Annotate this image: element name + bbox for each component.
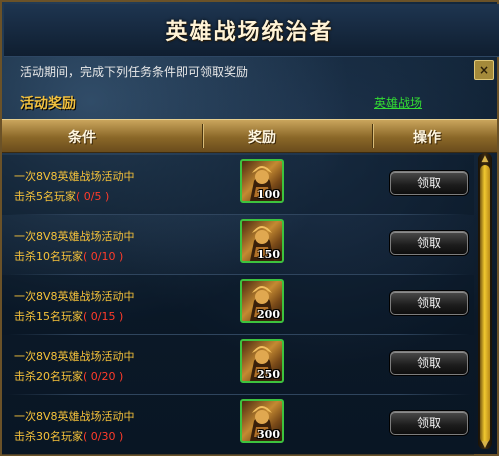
- progress-count: ( 0/10 ): [83, 250, 124, 263]
- condition-line1: 一次8V8英雄战场活动中: [14, 350, 135, 363]
- condition-line1: 一次8V8英雄战场活动中: [14, 230, 135, 243]
- reward-item[interactable]: 200: [240, 279, 284, 323]
- progress-count: ( 0/20 ): [83, 370, 124, 383]
- header-reward: 奖励: [248, 130, 276, 146]
- window-title: 英雄战场统治者: [165, 20, 334, 45]
- table-row: 一次8V8英雄战场活动中 击杀10名玩家( 0/10 ) 150 领取: [2, 215, 474, 275]
- hero-battlefield-link[interactable]: 英雄战场: [374, 94, 422, 111]
- scroll-down-icon[interactable]: ▼: [479, 440, 491, 450]
- reward-item[interactable]: 150: [240, 219, 284, 263]
- reward-count: 100: [257, 188, 280, 201]
- claim-button[interactable]: 领取: [390, 291, 468, 315]
- reward-item[interactable]: 250: [240, 339, 284, 383]
- scrollbar-thumb[interactable]: [480, 165, 490, 443]
- table-row: 一次8V8英雄战场活动中 击杀30名玩家( 0/30 ) 300 领取: [2, 395, 474, 455]
- table-row: 一次8V8英雄战场活动中 击杀15名玩家( 0/15 ) 200 领取: [2, 275, 474, 335]
- activity-description: 活动期间，完成下列任务条件即可领取奖励: [20, 65, 249, 79]
- scroll-up-icon[interactable]: ▲: [479, 154, 491, 164]
- condition-line2: 击杀30名玩家( 0/30 ): [14, 430, 124, 443]
- reward-count: 200: [257, 308, 280, 321]
- close-icon[interactable]: ×: [474, 60, 494, 80]
- progress-count: ( 0/30 ): [83, 430, 124, 443]
- condition-line1: 一次8V8英雄战场活动中: [14, 290, 135, 303]
- table-row: 一次8V8英雄战场活动中 击杀5名玩家( 0/5 ) 100 领取: [2, 155, 474, 215]
- claim-button[interactable]: 领取: [390, 351, 468, 375]
- header-condition: 条件: [68, 130, 96, 146]
- progress-count: ( 0/15 ): [83, 310, 124, 323]
- condition-line2: 击杀5名玩家( 0/5 ): [14, 190, 110, 203]
- reward-count: 300: [257, 428, 280, 441]
- claim-button[interactable]: 领取: [390, 171, 468, 195]
- condition-line2: 击杀20名玩家( 0/20 ): [14, 370, 124, 383]
- table-row: 一次8V8英雄战场活动中 击杀20名玩家( 0/20 ) 250 领取: [2, 335, 474, 395]
- section-title: 活动奖励: [20, 96, 76, 112]
- condition-line2: 击杀10名玩家( 0/10 ): [14, 250, 124, 263]
- reward-count: 250: [257, 368, 280, 381]
- claim-button[interactable]: 领取: [390, 231, 468, 255]
- condition-line1: 一次8V8英雄战场活动中: [14, 170, 135, 183]
- header-action: 操作: [413, 130, 441, 146]
- condition-line1: 一次8V8英雄战场活动中: [14, 410, 135, 423]
- claim-button[interactable]: 领取: [390, 411, 468, 435]
- reward-item[interactable]: 100: [240, 159, 284, 203]
- reward-item[interactable]: 300: [240, 399, 284, 443]
- progress-count: ( 0/5 ): [76, 190, 110, 203]
- condition-line2: 击杀15名玩家( 0/15 ): [14, 310, 124, 323]
- reward-count: 150: [257, 248, 280, 261]
- table-header: 条件 奖励 操作: [2, 119, 497, 153]
